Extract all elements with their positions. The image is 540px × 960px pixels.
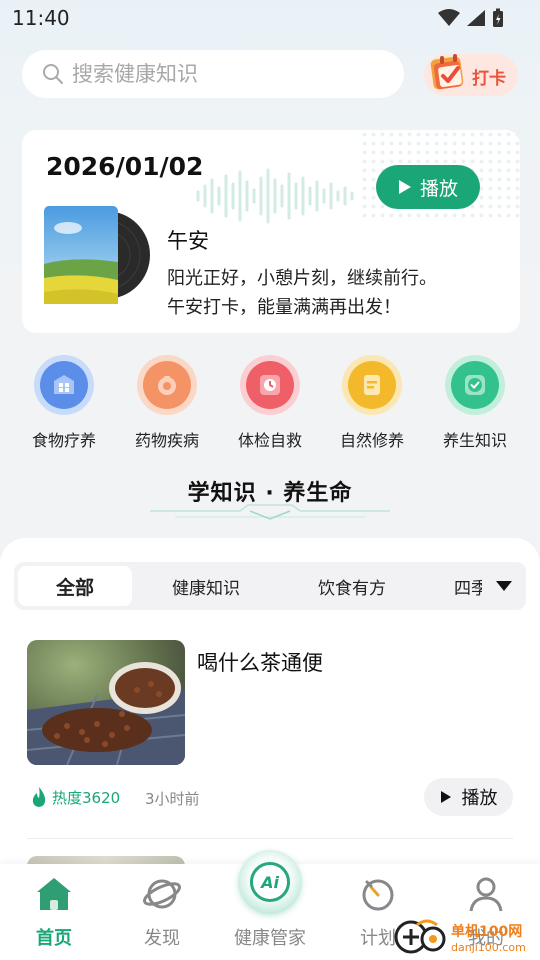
food-icon [34,355,94,415]
tab-health-knowledge[interactable]: 健康知识 [150,566,262,606]
tabs-expand-button[interactable] [482,562,526,610]
wifi-icon [438,9,460,26]
category-label: 食物疗养 [31,431,96,450]
watermark-title: 单机100网 [451,923,522,940]
battery-icon [493,8,503,27]
article-thumbnail[interactable] [27,640,185,765]
tab-label: 全部 [55,576,94,599]
list-divider [27,838,513,839]
ai-icon: Ai [250,862,290,902]
category-health-knowledge[interactable]: 养生知识 [425,355,525,451]
watermark-url: danji100.com [451,941,526,954]
category-nature[interactable]: 自然修养 [322,355,422,451]
card-text: 阳光正好，小憩片刻，继续前行。 午安打卡，能量满满再出发！ [167,264,437,322]
triangle-down-icon [496,581,512,591]
nav-label: 发现 [144,928,180,949]
category-medicine[interactable]: 药物疾病 [117,355,217,451]
tab-all[interactable]: 全部 [18,566,132,606]
checkin-label: 打卡 [472,69,506,89]
card-date: 2026/01/02 [46,152,204,181]
card-play-button[interactable]: 播放 [376,165,480,209]
category-label: 药物疾病 [134,431,199,450]
watermark-logo: 单机100网 danji100.com [394,919,526,954]
article-time: 3小时前 [145,790,200,808]
status-bar: 11:40 [0,0,540,36]
category-row: 食物疗养 药物疾病 体检自救 自然修养 养生知识 [0,355,540,455]
audio-wave-icon [196,168,354,224]
category-food-therapy[interactable]: 食物疗养 [14,355,114,451]
checkin-button[interactable]: 打卡 [424,54,518,96]
category-checkup[interactable]: 体检自救 [220,355,320,451]
tab-label: 健康知识 [172,578,240,599]
ai-assistant-button[interactable]: Ai [238,850,302,914]
article-heat: 热度3620 [30,786,120,808]
card-text-line: 阳光正好，小憩片刻，继续前行。 [167,268,437,289]
flame-icon [32,787,46,807]
card-play-label: 播放 [419,177,458,200]
category-label: 自然修养 [339,431,404,450]
nav-label: 首页 [36,928,72,949]
signal-icon [467,10,485,26]
article-heat-label: 热度3620 [52,788,121,807]
nav-label: 健康管家 [234,928,306,949]
category-label: 养生知识 [442,431,507,450]
tab-diet[interactable]: 饮食有方 [296,566,408,606]
card-text-line: 午安打卡，能量满满再出发！ [167,297,401,318]
daily-audio-card[interactable]: 2026/01/02 播放 午安 阳光正好，小憩片刻，继续前行。 午安打卡，能量… [22,130,520,333]
home-icon [37,878,71,910]
article-play-label: 播放 [461,788,498,809]
search-icon [43,64,63,84]
note-icon [342,355,402,415]
article-play-button[interactable]: 播放 [424,778,513,816]
play-icon [398,180,411,194]
system-icons [438,8,504,28]
user-icon [469,877,503,912]
article-title[interactable]: 喝什么茶通便 [197,647,323,677]
status-time: 11:40 [12,6,70,30]
nav-discover[interactable]: 发现 [108,864,216,960]
check-badge-icon [445,355,505,415]
section-underline-decoration [150,504,390,520]
play-icon [440,791,451,803]
category-tabs: 全部 健康知识 饮食有方 四季 [14,562,526,610]
album-cover-image [44,206,150,304]
medicine-icon [137,355,197,415]
card-title: 午安 [167,229,209,253]
timer-icon [362,879,394,911]
app-screen: 11:40 打卡 2026/01/02 [0,0,540,960]
search-bar[interactable] [22,50,404,98]
planet-icon [143,879,181,909]
search-input[interactable] [72,62,372,86]
tab-label: 饮食有方 [318,578,386,599]
calendar-check-icon [430,54,464,90]
clock-icon [240,355,300,415]
category-label: 体检自救 [237,431,302,450]
nav-home[interactable]: 首页 [0,864,108,960]
